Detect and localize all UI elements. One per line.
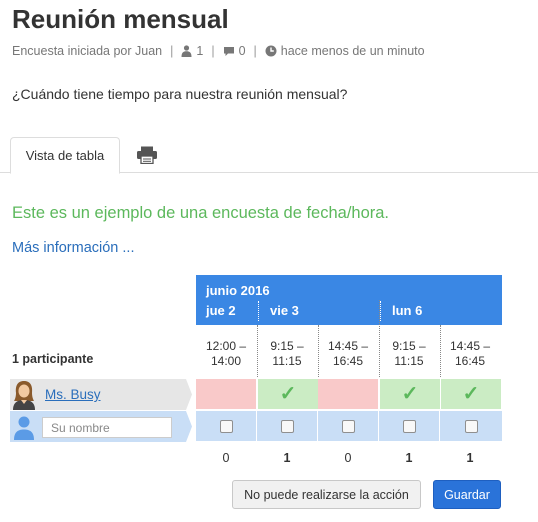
vote-count: 0 (222, 451, 230, 465)
female-avatar-icon (10, 379, 38, 410)
day-divider (380, 301, 381, 321)
vote-input-cell (440, 411, 502, 441)
print-tab[interactable] (132, 143, 162, 167)
check-icon: ✓ (462, 383, 480, 405)
user-icon (181, 45, 192, 57)
participant-name[interactable]: Ms. Busy (45, 387, 101, 402)
poll-author: Encuesta iniciada por Juan (12, 44, 163, 58)
vote-cell-no (196, 379, 256, 409)
column-divider (257, 325, 258, 377)
column-divider (318, 325, 319, 377)
participants-count: 1 (181, 44, 203, 58)
vote-cell-yes: ✓ (441, 379, 501, 409)
day-label: vie 3 (270, 303, 299, 318)
month-label: junio 2016 (206, 283, 270, 298)
time-slot: 9:15 –11:15 (392, 339, 426, 368)
meta-separator: | (253, 44, 257, 58)
comment-icon (223, 46, 234, 56)
vote-input-cell (196, 411, 256, 441)
time-slot: 14:45 –16:45 (327, 339, 369, 368)
vote-checkbox[interactable] (341, 419, 355, 433)
day-label: lun 6 (392, 303, 423, 318)
vote-checkbox[interactable] (219, 419, 233, 433)
vote-count: 1 (405, 451, 413, 465)
participants-label: 1 participante (12, 352, 94, 366)
vote-count: 1 (283, 451, 291, 465)
name-input[interactable] (42, 417, 172, 438)
time-slot: 9:15 –11:15 (270, 339, 304, 368)
column-divider (379, 300, 380, 377)
tab-table-view[interactable]: Vista de tabla (10, 137, 120, 174)
comments-count: 0 (223, 44, 246, 58)
clock-icon (265, 45, 277, 57)
printer-icon (137, 146, 157, 164)
vote-input-cell (379, 411, 439, 441)
vote-cell-yes: ✓ (258, 379, 318, 409)
day-divider (258, 301, 259, 321)
check-icon: ✓ (401, 383, 419, 405)
time-slot: 12:00 –14:00 (205, 339, 247, 368)
vote-checkbox[interactable] (280, 419, 294, 433)
vote-cell-yes: ✓ (380, 379, 440, 409)
vote-count: 0 (344, 451, 352, 465)
check-icon: ✓ (279, 383, 297, 405)
example-notice: Este es un ejemplo de una encuesta de fe… (12, 204, 390, 222)
time-slot: 14:45 –16:45 (449, 339, 491, 368)
vote-count: 1 (466, 451, 474, 465)
vote-checkbox[interactable] (464, 419, 478, 433)
meta-separator: | (211, 44, 215, 58)
date-header: junio 2016 jue 2 vie 3 lun 6 (196, 275, 502, 325)
more-info-link[interactable]: Más información ... (12, 240, 135, 256)
vote-input-cell (257, 411, 317, 441)
column-divider (440, 325, 441, 377)
tab-bar: Vista de tabla (0, 137, 538, 174)
cannot-attend-button[interactable]: No puede realizarse la acción (232, 480, 421, 509)
time-ago: hace menos de un minuto (265, 44, 425, 58)
poll-meta: Encuesta iniciada por Juan | 1 | 0 | hac… (12, 44, 425, 58)
meta-separator: | (170, 44, 174, 58)
vote-checkbox[interactable] (402, 419, 416, 433)
poll-question: ¿Cuándo tiene tiempo para nuestra reunió… (12, 86, 348, 102)
participant-row-ms-busy: Ms. Busy (10, 379, 192, 410)
user-avatar-icon (10, 411, 38, 442)
day-label: jue 2 (206, 303, 236, 318)
vote-cell-no (318, 379, 378, 409)
save-button[interactable]: Guardar (433, 480, 501, 509)
poll-title: Reunión mensual (12, 4, 229, 34)
vote-input-cell (318, 411, 378, 441)
